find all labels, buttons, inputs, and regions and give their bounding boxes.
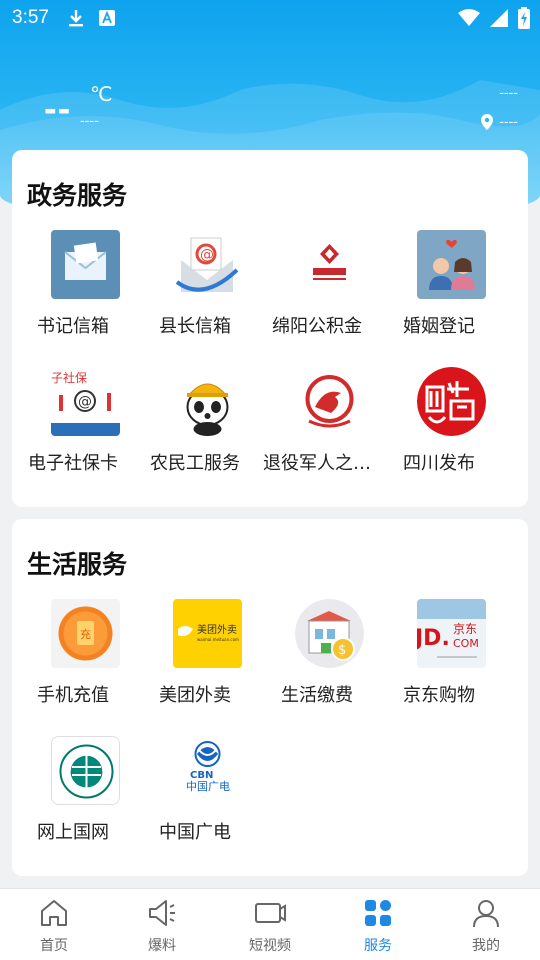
svg-text:@: @ (200, 247, 214, 263)
veteran-icon (295, 367, 364, 436)
service-veterans[interactable]: 退役军人之… (256, 367, 378, 487)
service-bill-payment[interactable]: $ 生活缴费 (256, 599, 378, 719)
sichuan-release-icon (417, 367, 486, 436)
service-label: 京东购物 (403, 685, 475, 706)
weather-unit: ℃ (90, 82, 113, 106)
service-state-grid-online[interactable]: 网上国网 (12, 736, 134, 856)
service-migrant-worker[interactable]: 农民工服务 (134, 367, 256, 487)
jd-shopping-icon: JD. 京东 COM (417, 599, 486, 668)
service-label: 中国广电 (159, 822, 231, 843)
svg-text:京东: 京东 (453, 622, 477, 636)
services-icon (365, 900, 391, 926)
svg-text:充: 充 (80, 627, 91, 641)
service-shuji-mailbox[interactable]: 书记信箱 (12, 230, 134, 350)
home-icon (41, 900, 67, 926)
state-grid-icon (51, 736, 120, 805)
recharge-icon: 充 (51, 599, 120, 668)
location-pin-icon (481, 114, 494, 130)
tab-short-video[interactable]: 短视频 (216, 889, 324, 960)
tab-label: 服务 (364, 938, 392, 954)
service-mianyang-housing-fund[interactable]: 绵阳公积金 (256, 230, 378, 350)
video-icon (255, 903, 286, 923)
battery-charging-icon (518, 7, 530, 34)
service-xianzhang-mailbox[interactable]: @ 县长信箱 (134, 230, 256, 350)
service-e-social-security-card[interactable]: 子社保 @ 电子社保卡 (12, 367, 134, 487)
housing-fund-logo-icon (295, 230, 364, 299)
service-label: 婚姻登记 (403, 316, 475, 337)
service-sichuan-release[interactable]: 四川发布 (378, 367, 500, 487)
svg-text:美团外卖: 美团外卖 (197, 623, 237, 636)
service-phone-recharge[interactable]: 充 手机充值 (12, 599, 134, 719)
download-icon (67, 8, 85, 28)
weather-description: ---- (80, 114, 99, 129)
service-jd-shopping[interactable]: JD. 京东 COM 京东购物 (378, 599, 500, 719)
bill-payment-icon: $ (295, 599, 364, 668)
life-services-title: 生活服务 (27, 550, 128, 579)
tab-profile[interactable]: 我的 (432, 889, 540, 960)
svg-text:$: $ (338, 643, 346, 658)
weather-location[interactable]: ---- (481, 114, 518, 130)
svg-text:子社保: 子社保 (51, 370, 87, 385)
svg-text:JD.: JD. (417, 626, 450, 651)
location-text: ---- (499, 114, 518, 130)
meituan-icon: 美团外卖 waimai.meituan.com (173, 599, 242, 668)
tab-label: 爆料 (148, 938, 176, 954)
gov-services-title: 政务服务 (27, 181, 128, 210)
tab-label: 我的 (472, 938, 500, 954)
tab-home[interactable]: 首页 (0, 889, 108, 960)
service-china-broadcast[interactable]: CBN 中国广电 中国广电 (134, 736, 256, 856)
weather-temperature: -- (44, 88, 72, 130)
service-marriage-registration[interactable]: 婚姻登记 (378, 230, 500, 350)
megaphone-icon (149, 900, 175, 926)
life-services-card: 生活服务 充 手机充值 美团外卖 waimai.meituan.com 美团外卖 … (12, 519, 528, 876)
status-time: 3:57 (12, 7, 49, 28)
bottom-tab-bar: 首页 爆料 短视频 服务 我的 (0, 888, 540, 960)
profile-icon (473, 900, 499, 928)
tab-label: 首页 (40, 938, 68, 954)
signal-icon (490, 9, 508, 32)
service-meituan[interactable]: 美团外卖 waimai.meituan.com 美团外卖 (134, 599, 256, 719)
envelope-icon (51, 230, 120, 299)
font-a-icon (98, 10, 115, 26)
panda-worker-icon (173, 367, 242, 436)
svg-text:COM: COM (453, 637, 479, 650)
svg-text:@: @ (78, 394, 92, 410)
svg-text:中国广电: 中国广电 (186, 780, 230, 793)
social-security-icon: 子社保 @ (51, 367, 120, 436)
cbn-icon: CBN 中国广电 (173, 736, 242, 805)
status-bar: 3:57 (0, 0, 540, 36)
tab-services[interactable]: 服务 (324, 889, 432, 960)
couple-icon (417, 230, 486, 299)
wifi-icon (458, 9, 480, 32)
svg-text:waimai.meituan.com: waimai.meituan.com (197, 637, 239, 642)
service-label: 四川发布 (403, 453, 475, 474)
weather-info: ---- (499, 86, 518, 101)
gov-services-card: 政务服务 书记信箱 @ 县长信箱 绵阳公积金 婚姻登记 子社保 @ 电子社保卡 … (12, 150, 528, 507)
email-at-icon: @ (173, 230, 242, 299)
tab-baoliao[interactable]: 爆料 (108, 889, 216, 960)
tab-label: 短视频 (249, 938, 291, 954)
